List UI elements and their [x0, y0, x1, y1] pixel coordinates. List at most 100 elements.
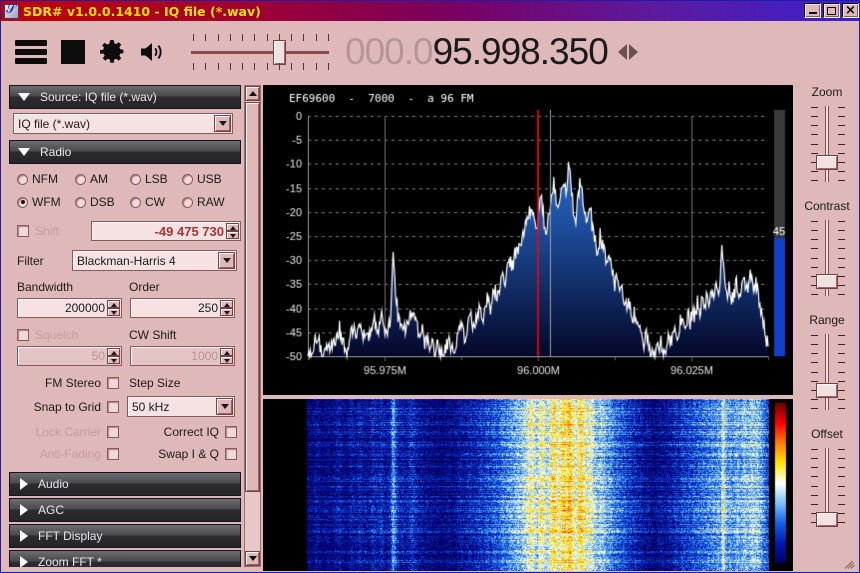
squelch-value: 50: [91, 349, 105, 363]
chevron-right-icon: [20, 478, 28, 490]
squelch-field[interactable]: 50: [17, 346, 122, 366]
chevron-down-icon[interactable]: [216, 398, 233, 415]
shift-stepper[interactable]: [226, 223, 239, 239]
radio-mode-nfm[interactable]: NFM: [17, 172, 75, 186]
radio-mode-am[interactable]: AM: [75, 172, 130, 186]
chevron-right-icon: [20, 556, 28, 567]
audio-panel-header[interactable]: Audio: [9, 472, 241, 496]
slider-thumb[interactable]: [816, 512, 838, 527]
scroll-down-button[interactable]: [245, 551, 260, 566]
audio-panel-title: Audio: [38, 477, 69, 491]
slider-thumb[interactable]: [816, 274, 838, 289]
bandwidth-field[interactable]: 200000: [17, 298, 122, 318]
range-slider-label: Range: [809, 313, 845, 327]
filter-select[interactable]: Blackman-Harris 4: [72, 250, 237, 271]
bandwidth-stepper[interactable]: [107, 300, 120, 316]
correct-iq-checkbox[interactable]: [225, 426, 237, 438]
slider-thumb[interactable]: [816, 383, 838, 398]
squelch-stepper[interactable]: [107, 348, 120, 364]
radio-mode-wfm[interactable]: WFM: [17, 195, 75, 209]
cw-shift-stepper[interactable]: [220, 348, 233, 364]
radio-mode-row-1: NFM AM LSB USB: [17, 172, 241, 186]
cw-shift-value: 1000: [191, 349, 218, 363]
scrollbar-thumb[interactable]: [245, 102, 260, 492]
source-panel-title: Source: IQ file (*.wav): [40, 90, 157, 104]
fm-stereo-label: FM Stereo: [44, 376, 101, 390]
radio-circle-icon: [130, 173, 141, 185]
gear-icon[interactable]: [99, 39, 125, 65]
radio-mode-label: USB: [197, 172, 222, 186]
slider-ticks-right: [838, 449, 845, 523]
cw-shift-label: CW Shift: [129, 328, 177, 342]
snap-to-grid-checkbox[interactable]: [107, 400, 119, 413]
minimize-button[interactable]: [804, 3, 821, 18]
order-stepper[interactable]: [220, 300, 233, 316]
slider-track: [825, 106, 829, 182]
radio-panel-header[interactable]: Radio: [9, 140, 241, 164]
scroll-up-button[interactable]: [245, 86, 260, 101]
slider-thumb[interactable]: [816, 155, 838, 170]
cw-shift-field[interactable]: 1000: [130, 346, 235, 366]
title-bar: SDR# v1.0.0.1410 - IQ file (*.wav) ×: [1, 1, 859, 21]
offset-slider[interactable]: [796, 445, 858, 527]
volume-slider[interactable]: [191, 32, 329, 72]
agc-panel-header[interactable]: AGC: [9, 498, 241, 522]
volume-thumb[interactable]: [273, 40, 286, 65]
speaker-icon[interactable]: [139, 40, 169, 64]
contrast-slider[interactable]: [796, 217, 858, 299]
shift-checkbox[interactable]: [17, 225, 29, 237]
step-size-select[interactable]: 50 kHz: [127, 396, 235, 417]
stop-icon[interactable]: [61, 40, 85, 64]
frequency-leading-zeros: 000.0: [345, 31, 434, 72]
slider-track: [825, 334, 829, 410]
filter-select-value: Blackman-Harris 4: [77, 253, 176, 268]
bandwidth-value: 200000: [64, 301, 105, 315]
shift-label: Shift: [35, 224, 60, 238]
range-slider[interactable]: [796, 331, 858, 413]
lock-carrier-row: Lock Carrier Correct IQ: [17, 425, 241, 439]
waterfall-display[interactable]: [263, 399, 793, 571]
frequency-step-arrows[interactable]: [617, 44, 638, 60]
source-select[interactable]: IQ file (*.wav): [13, 113, 233, 134]
zoom-slider[interactable]: [796, 103, 858, 185]
shift-value: -49 475 730: [154, 223, 224, 239]
radio-mode-usb[interactable]: USB: [182, 172, 222, 186]
spectrum-analyzer[interactable]: [263, 85, 793, 395]
hamburger-menu-icon[interactable]: [15, 40, 47, 64]
chevron-down-icon[interactable]: [214, 115, 231, 132]
bandwidth-label: Bandwidth: [17, 280, 74, 294]
close-button[interactable]: ×: [842, 3, 859, 18]
radio-circle-icon: [182, 196, 193, 208]
shift-value-field[interactable]: -49 475 730: [91, 221, 241, 241]
zoom-fft-panel-header[interactable]: Zoom FFT *: [9, 550, 241, 567]
resize-grip-icon[interactable]: [843, 556, 857, 570]
frequency-decrement-icon[interactable]: [617, 44, 627, 60]
squelch-label: Squelch: [35, 328, 79, 342]
anti-fading-checkbox[interactable]: [107, 448, 119, 460]
correct-iq-label: Correct IQ: [163, 425, 219, 439]
source-panel-header[interactable]: Source: IQ file (*.wav): [9, 85, 241, 109]
slider-ticks-right: [838, 107, 845, 181]
squelch-checkbox[interactable]: [17, 329, 29, 341]
lock-carrier-checkbox[interactable]: [107, 426, 119, 438]
radio-mode-cw[interactable]: CW: [130, 195, 182, 209]
main-toolbar: 000.0 95.998.350: [1, 21, 859, 83]
frequency-increment-icon[interactable]: [628, 44, 638, 60]
radio-mode-lsb[interactable]: LSB: [130, 172, 182, 186]
sdrsharp-window: SDR# v1.0.0.1410 - IQ file (*.wav) ×: [0, 0, 860, 573]
radio-mode-dsb[interactable]: DSB: [75, 195, 130, 209]
frequency-display[interactable]: 000.0 95.998.350: [345, 31, 638, 73]
fm-stereo-checkbox[interactable]: [107, 377, 119, 389]
display-settings-panel: Zoom Contrast Range Offset: [796, 85, 858, 571]
bandwidth-order-fields: 200000 250: [17, 298, 241, 318]
squelch-cwshift-fields: 50 1000: [17, 346, 241, 366]
radio-circle-icon: [75, 196, 86, 208]
order-field[interactable]: 250: [130, 298, 235, 318]
control-panel-scrollbar[interactable]: [244, 85, 261, 567]
filter-label: Filter: [17, 253, 44, 268]
chevron-down-icon[interactable]: [218, 252, 235, 269]
radio-mode-raw[interactable]: RAW: [182, 195, 225, 209]
maximize-button[interactable]: [823, 3, 840, 18]
fft-display-panel-header[interactable]: FFT Display: [9, 524, 241, 548]
swap-iq-checkbox[interactable]: [225, 448, 237, 460]
